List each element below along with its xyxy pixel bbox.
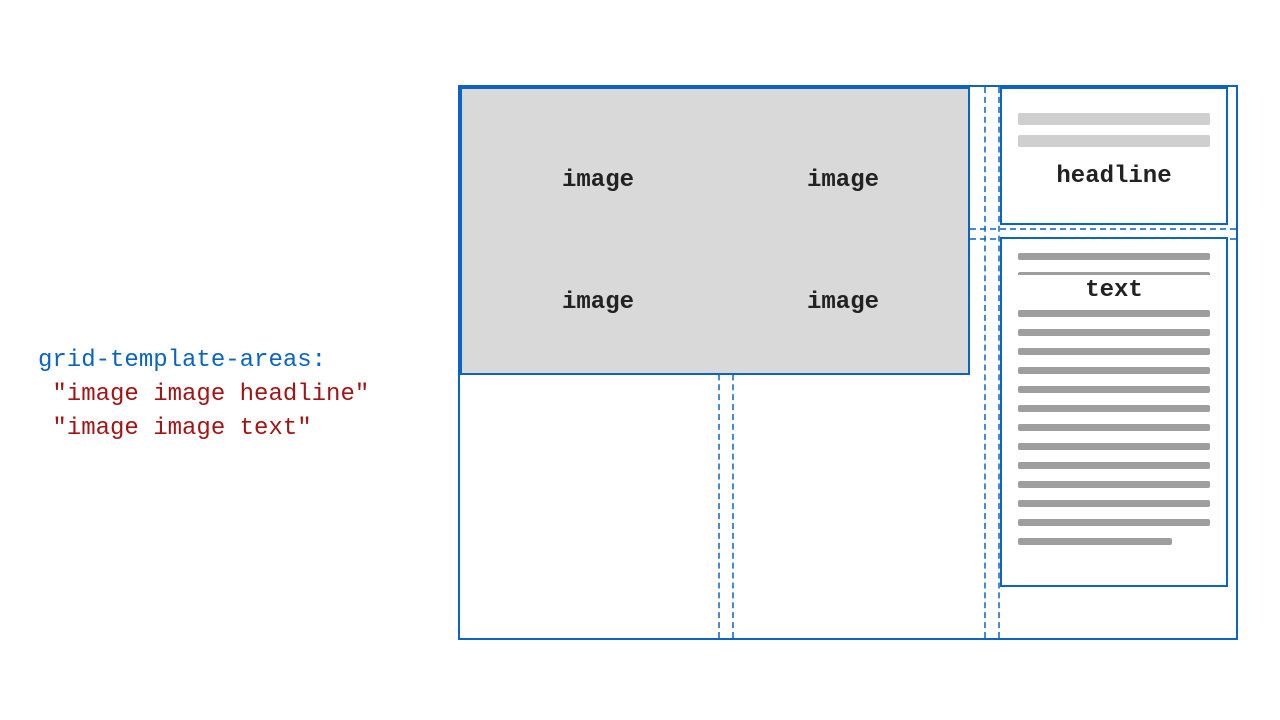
cell-label-1-1: image	[807, 289, 879, 316]
css-value-row-1: "image image headline"	[38, 381, 369, 408]
css-code-block: grid-template-areas: "image image headli…	[38, 310, 369, 446]
area-image: image image image image	[460, 87, 970, 375]
css-value-row-2: "image image text"	[38, 415, 312, 442]
slide: grid-template-areas: "image image headli…	[0, 0, 1280, 720]
area-headline: headline	[1000, 87, 1228, 225]
text-label: text	[1002, 275, 1226, 306]
grid-line-v2	[984, 87, 986, 638]
area-text: text	[1000, 237, 1228, 587]
headline-placeholder-lines	[1018, 103, 1210, 147]
headline-label: headline	[1002, 163, 1226, 190]
cell-label-0-1: image	[807, 167, 879, 194]
cell-label-0-0: image	[562, 167, 634, 194]
css-property: grid-template-areas:	[38, 347, 326, 374]
cell-label-1-0: image	[562, 289, 634, 316]
grid-diagram: image image image image headline text	[458, 85, 1238, 640]
